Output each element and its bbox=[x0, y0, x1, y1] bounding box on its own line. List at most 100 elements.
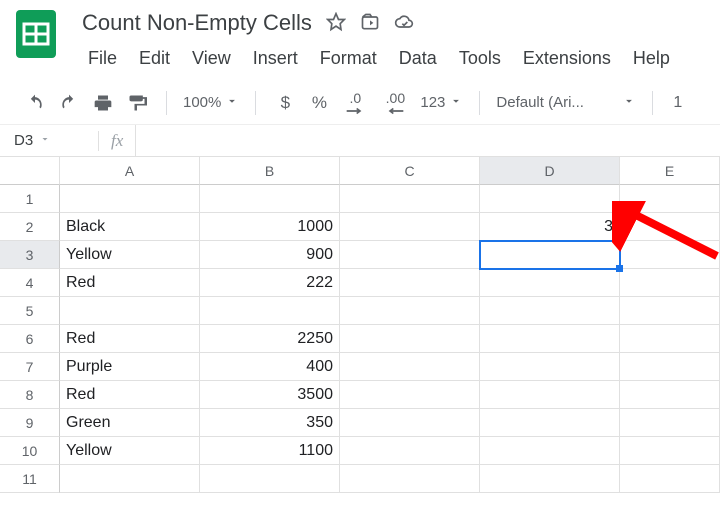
print-icon[interactable] bbox=[90, 90, 116, 116]
cell-E2[interactable] bbox=[620, 213, 720, 241]
move-icon[interactable] bbox=[360, 12, 380, 35]
cell-A5[interactable] bbox=[60, 297, 200, 325]
zoom-select[interactable]: 100% bbox=[183, 94, 239, 112]
cell-E5[interactable] bbox=[620, 297, 720, 325]
row-header[interactable]: 5 bbox=[0, 297, 60, 325]
menu-insert[interactable]: Insert bbox=[243, 46, 308, 71]
cell-A7[interactable]: Purple bbox=[60, 353, 200, 381]
spreadsheet-grid[interactable]: A B C D E 1 2 Black 1000 3 3 Yellow 900 … bbox=[0, 157, 720, 493]
cell-D3[interactable] bbox=[480, 241, 620, 269]
col-header-A[interactable]: A bbox=[60, 157, 200, 185]
col-header-D[interactable]: D bbox=[480, 157, 620, 185]
menu-data[interactable]: Data bbox=[389, 46, 447, 71]
cell-D4[interactable] bbox=[480, 269, 620, 297]
cell-C1[interactable] bbox=[340, 185, 480, 213]
col-header-C[interactable]: C bbox=[340, 157, 480, 185]
cell-E3[interactable] bbox=[620, 241, 720, 269]
cell-E6[interactable] bbox=[620, 325, 720, 353]
undo-icon[interactable] bbox=[22, 90, 48, 116]
cell-A10[interactable]: Yellow bbox=[60, 437, 200, 465]
col-header-B[interactable]: B bbox=[200, 157, 340, 185]
cell-C3[interactable] bbox=[340, 241, 480, 269]
cell-C6[interactable] bbox=[340, 325, 480, 353]
cell-A4[interactable]: Red bbox=[60, 269, 200, 297]
menu-extensions[interactable]: Extensions bbox=[513, 46, 621, 71]
increase-decimal-icon[interactable]: .00 bbox=[378, 90, 412, 116]
cell-B3[interactable]: 900 bbox=[200, 241, 340, 269]
cell-B10[interactable]: 1100 bbox=[200, 437, 340, 465]
cell-B7[interactable]: 400 bbox=[200, 353, 340, 381]
cell-E1[interactable] bbox=[620, 185, 720, 213]
cell-E8[interactable] bbox=[620, 381, 720, 409]
cell-C5[interactable] bbox=[340, 297, 480, 325]
cell-D8[interactable] bbox=[480, 381, 620, 409]
menu-tools[interactable]: Tools bbox=[449, 46, 511, 71]
row-header[interactable]: 11 bbox=[0, 465, 60, 493]
cell-B2[interactable]: 1000 bbox=[200, 213, 340, 241]
cell-B9[interactable]: 350 bbox=[200, 409, 340, 437]
menu-format[interactable]: Format bbox=[310, 46, 387, 71]
cell-E9[interactable] bbox=[620, 409, 720, 437]
cell-A9[interactable]: Green bbox=[60, 409, 200, 437]
row-header[interactable]: 6 bbox=[0, 325, 60, 353]
cell-C4[interactable] bbox=[340, 269, 480, 297]
cell-D9[interactable] bbox=[480, 409, 620, 437]
col-header-E[interactable]: E bbox=[620, 157, 720, 185]
cell-E7[interactable] bbox=[620, 353, 720, 381]
name-box[interactable]: D3 bbox=[0, 132, 98, 149]
number-format-select[interactable]: 123 bbox=[420, 94, 463, 112]
cell-A11[interactable] bbox=[60, 465, 200, 493]
cell-D6[interactable] bbox=[480, 325, 620, 353]
select-all-corner[interactable] bbox=[0, 157, 60, 185]
cell-E11[interactable] bbox=[620, 465, 720, 493]
cell-B8[interactable]: 3500 bbox=[200, 381, 340, 409]
cell-A8[interactable]: Red bbox=[60, 381, 200, 409]
cell-E10[interactable] bbox=[620, 437, 720, 465]
cloud-status-icon[interactable] bbox=[394, 12, 414, 35]
cell-D11[interactable] bbox=[480, 465, 620, 493]
formula-input[interactable] bbox=[135, 125, 720, 156]
row-header[interactable]: 1 bbox=[0, 185, 60, 213]
decrease-decimal-icon[interactable]: .0 bbox=[340, 90, 370, 116]
cell-B6[interactable]: 2250 bbox=[200, 325, 340, 353]
row-header[interactable]: 3 bbox=[0, 241, 60, 269]
cell-A3[interactable]: Yellow bbox=[60, 241, 200, 269]
font-family-select[interactable]: Default (Ari... bbox=[496, 94, 636, 112]
paint-format-icon[interactable] bbox=[124, 90, 150, 116]
cell-B11[interactable] bbox=[200, 465, 340, 493]
menu-edit[interactable]: Edit bbox=[129, 46, 180, 71]
cell-C7[interactable] bbox=[340, 353, 480, 381]
cell-C8[interactable] bbox=[340, 381, 480, 409]
cell-B4[interactable]: 222 bbox=[200, 269, 340, 297]
cell-D10[interactable] bbox=[480, 437, 620, 465]
cell-C2[interactable] bbox=[340, 213, 480, 241]
menu-help[interactable]: Help bbox=[623, 46, 680, 71]
cell-A1[interactable] bbox=[60, 185, 200, 213]
format-percent-icon[interactable]: % bbox=[306, 90, 332, 116]
cell-C10[interactable] bbox=[340, 437, 480, 465]
cell-D1[interactable] bbox=[480, 185, 620, 213]
cell-C11[interactable] bbox=[340, 465, 480, 493]
menu-view[interactable]: View bbox=[182, 46, 241, 71]
cell-C9[interactable] bbox=[340, 409, 480, 437]
row-header[interactable]: 8 bbox=[0, 381, 60, 409]
menu-file[interactable]: File bbox=[78, 46, 127, 71]
cell-D7[interactable] bbox=[480, 353, 620, 381]
cell-B5[interactable] bbox=[200, 297, 340, 325]
cell-D2[interactable]: 3 bbox=[480, 213, 620, 241]
cell-D5[interactable] bbox=[480, 297, 620, 325]
format-currency-icon[interactable]: $ bbox=[272, 90, 298, 116]
cell-A2[interactable]: Black bbox=[60, 213, 200, 241]
row-header[interactable]: 2 bbox=[0, 213, 60, 241]
row-header[interactable]: 7 bbox=[0, 353, 60, 381]
row-header[interactable]: 4 bbox=[0, 269, 60, 297]
font-size-fragment[interactable]: 1 bbox=[669, 94, 682, 112]
sheets-logo[interactable] bbox=[8, 6, 64, 62]
cell-B1[interactable] bbox=[200, 185, 340, 213]
star-icon[interactable] bbox=[326, 12, 346, 35]
cell-E4[interactable] bbox=[620, 269, 720, 297]
row-header[interactable]: 9 bbox=[0, 409, 60, 437]
redo-icon[interactable] bbox=[56, 90, 82, 116]
cell-A6[interactable]: Red bbox=[60, 325, 200, 353]
row-header[interactable]: 10 bbox=[0, 437, 60, 465]
